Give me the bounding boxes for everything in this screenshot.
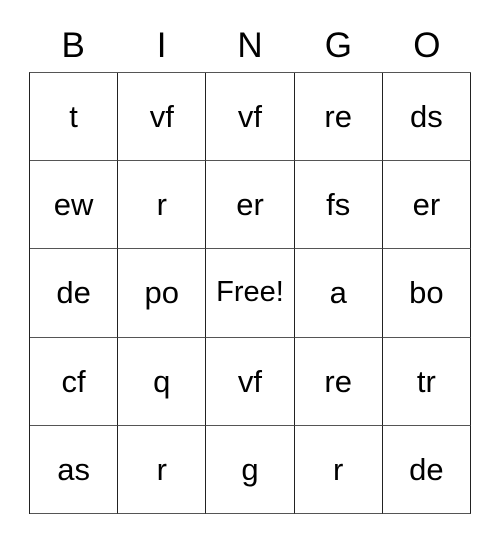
bingo-cell-label: de bbox=[56, 275, 91, 311]
bingo-cell-o1[interactable]: ds bbox=[382, 73, 471, 162]
bingo-cell-label: ds bbox=[410, 99, 443, 135]
bingo-cell-i2[interactable]: r bbox=[118, 161, 207, 250]
bingo-header-g: G bbox=[324, 25, 353, 65]
bingo-free-space-label: Free! bbox=[216, 276, 284, 309]
bingo-cell-i4[interactable]: q bbox=[118, 337, 207, 426]
bingo-cell-label: r bbox=[156, 451, 167, 487]
bingo-cell-o3[interactable]: bo bbox=[382, 249, 471, 338]
bingo-header-b: B bbox=[61, 25, 85, 65]
bingo-cell-label: ew bbox=[53, 187, 94, 223]
bingo-header-o: O bbox=[413, 25, 441, 65]
bingo-cell-n5[interactable]: g bbox=[206, 425, 295, 514]
bingo-cell-free-space[interactable]: Free! bbox=[206, 249, 295, 338]
bingo-cell-n4[interactable]: vf bbox=[206, 337, 295, 426]
bingo-cell-label: po bbox=[144, 275, 180, 311]
bingo-header-n: N bbox=[237, 25, 263, 65]
bingo-cell-o2[interactable]: er bbox=[382, 161, 471, 250]
bingo-cell-b4[interactable]: cf bbox=[30, 337, 119, 426]
bingo-cell-label: er bbox=[236, 187, 264, 223]
bingo-grid: t vf vf re ds ew r er fs er de po Free! … bbox=[29, 72, 471, 514]
bingo-cell-i3[interactable]: po bbox=[118, 249, 207, 338]
bingo-cell-label: re bbox=[324, 99, 352, 135]
bingo-cell-n2[interactable]: er bbox=[206, 161, 295, 250]
bingo-cell-i1[interactable]: vf bbox=[118, 73, 207, 162]
bingo-cell-label: de bbox=[409, 451, 444, 487]
bingo-header-row: B I N G O bbox=[29, 18, 471, 72]
bingo-cell-label: t bbox=[69, 99, 78, 135]
bingo-cell-n1[interactable]: vf bbox=[206, 73, 295, 162]
bingo-cell-label: cf bbox=[61, 363, 86, 399]
bingo-cell-g4[interactable]: re bbox=[294, 337, 383, 426]
bingo-cell-label: re bbox=[324, 363, 352, 399]
bingo-cell-g3[interactable]: a bbox=[294, 249, 383, 338]
bingo-card: B I N G O t vf vf re ds ew r er fs er de… bbox=[0, 0, 500, 544]
bingo-cell-label: as bbox=[57, 451, 90, 487]
bingo-cell-b2[interactable]: ew bbox=[30, 161, 119, 250]
bingo-cell-label: tr bbox=[416, 363, 436, 399]
bingo-cell-label: g bbox=[241, 451, 259, 487]
bingo-cell-g1[interactable]: re bbox=[294, 73, 383, 162]
bingo-cell-label: vf bbox=[149, 99, 174, 135]
bingo-cell-label: fs bbox=[326, 187, 351, 223]
bingo-cell-label: r bbox=[333, 451, 344, 487]
bingo-cell-label: er bbox=[412, 187, 441, 223]
bingo-cell-o4[interactable]: tr bbox=[382, 337, 471, 426]
bingo-cell-i5[interactable]: r bbox=[118, 425, 207, 514]
bingo-header-i: I bbox=[156, 25, 167, 65]
bingo-cell-g5[interactable]: r bbox=[294, 425, 383, 514]
bingo-cell-b3[interactable]: de bbox=[30, 249, 119, 338]
bingo-cell-label: r bbox=[156, 187, 167, 223]
bingo-cell-label: vf bbox=[237, 363, 263, 399]
bingo-cell-label: vf bbox=[237, 99, 263, 135]
bingo-cell-o5[interactable]: de bbox=[382, 425, 471, 514]
bingo-cell-label: bo bbox=[409, 275, 444, 311]
bingo-cell-b1[interactable]: t bbox=[30, 73, 119, 162]
bingo-cell-label: a bbox=[329, 275, 347, 311]
bingo-cell-g2[interactable]: fs bbox=[294, 161, 383, 250]
bingo-cell-b5[interactable]: as bbox=[30, 425, 119, 514]
bingo-cell-label: q bbox=[153, 363, 171, 399]
